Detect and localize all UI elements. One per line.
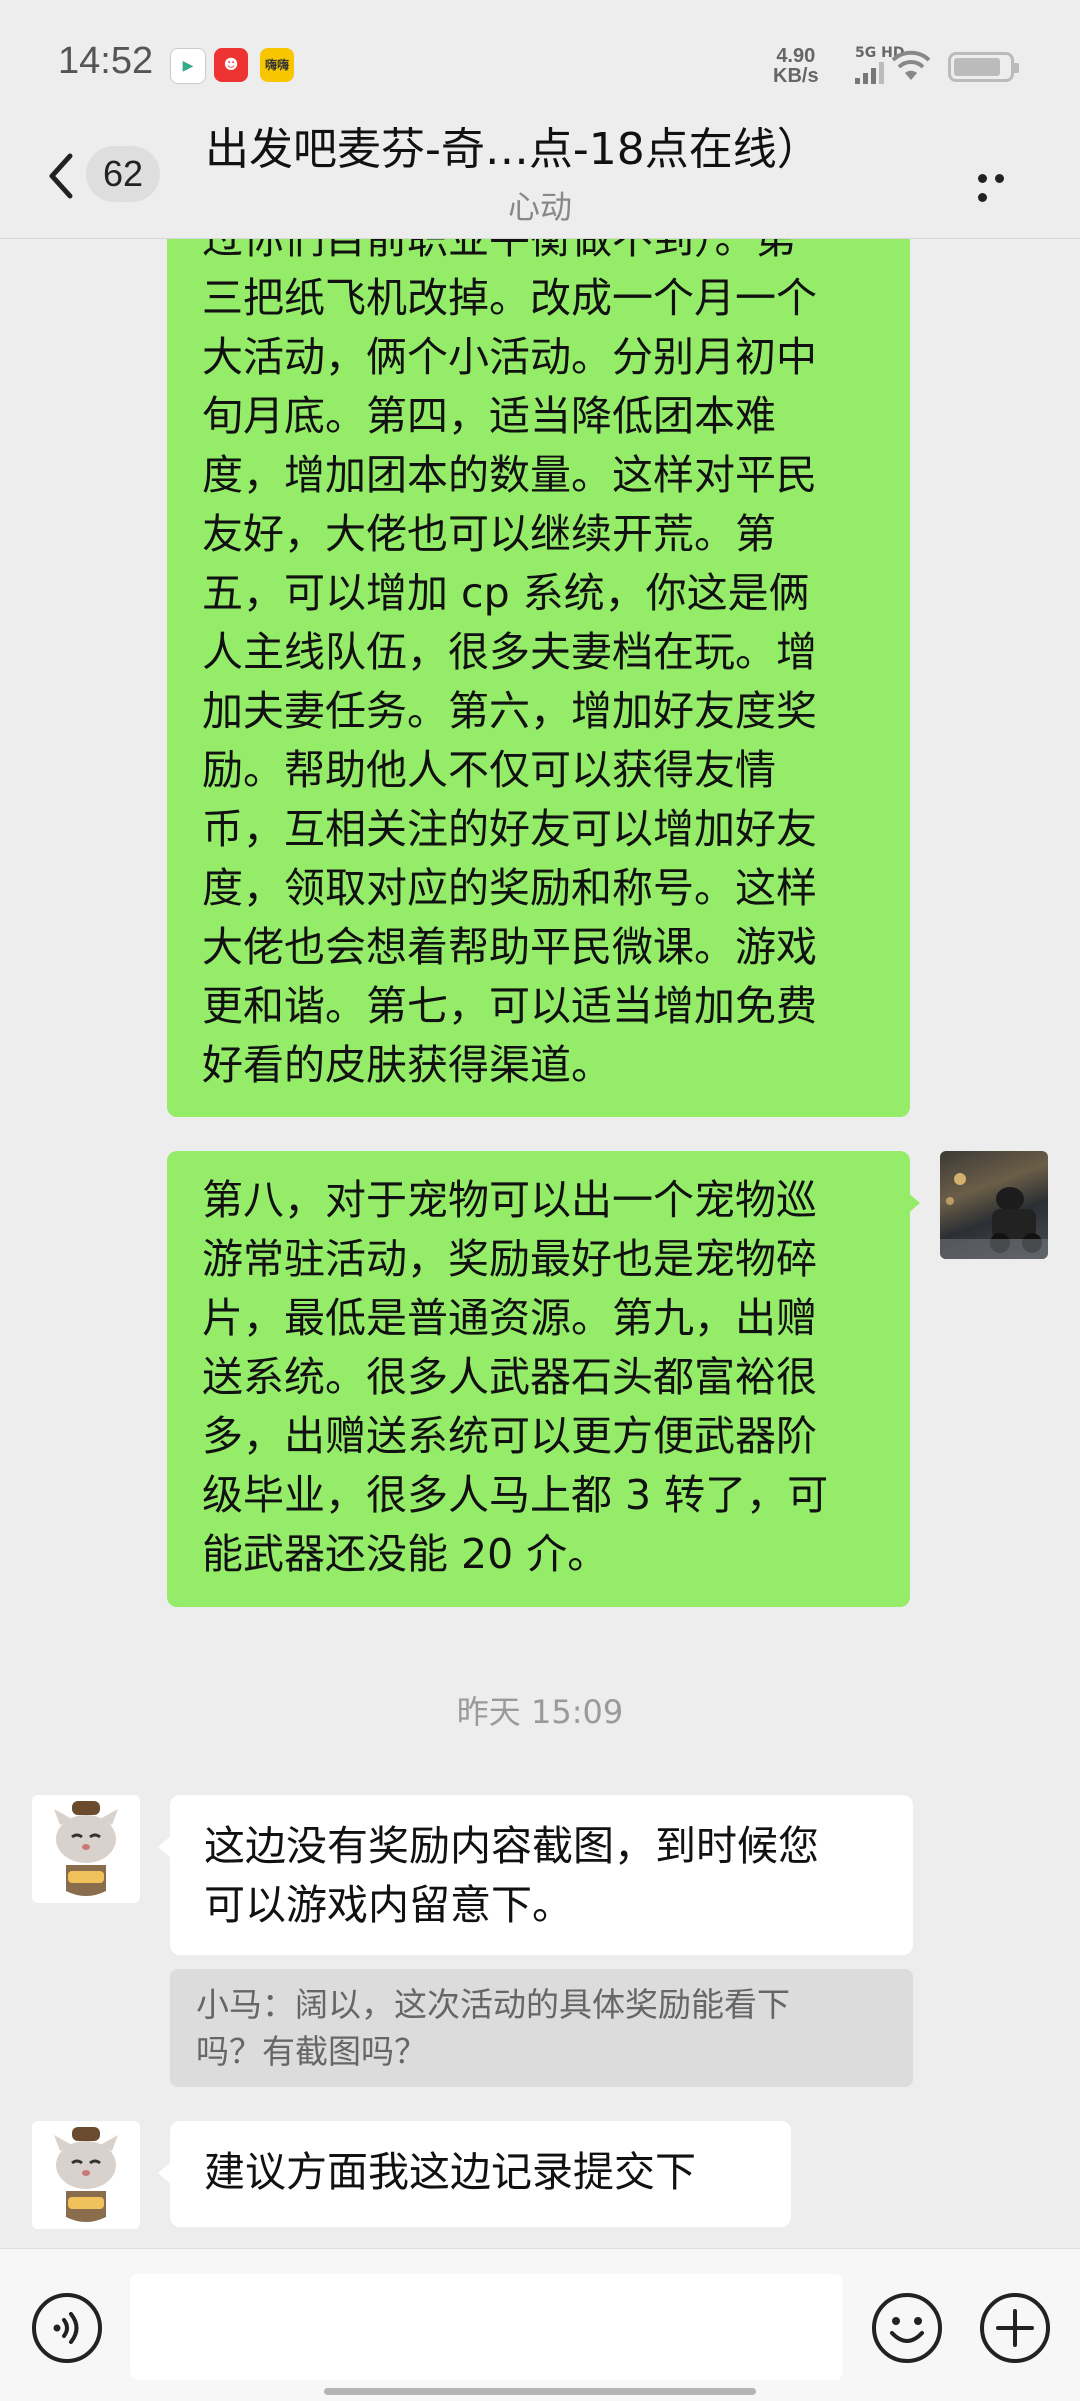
yellow-app-icon: 嗨嗨 <box>260 48 294 82</box>
message-line: 过你们目前职业平衡做不到）。第 <box>202 239 797 263</box>
avatar-photo <box>940 1173 1048 1259</box>
network-speed: 4.90 KB/s <box>773 46 819 86</box>
message-line: 第八，对于宠物可以出一个宠物巡 <box>202 1176 817 1224</box>
chat-title: 出发吧麦芬-奇…点-18点在线） <box>205 124 821 175</box>
network-speed-unit: KB/s <box>773 65 819 87</box>
message-line: 游常驻活动，奖励最好也是宠物碎 <box>202 1235 817 1283</box>
message-line: 友好，大佬也可以继续开荒。第 <box>202 510 776 558</box>
more-functions-plus-icon[interactable] <box>978 2291 1052 2365</box>
message-line: 级毕业，很多人马上都 3 转了，可 <box>202 1471 829 1519</box>
message-line: 多，出赠送系统可以更方便武器阶 <box>202 1412 817 1460</box>
message-line: 送系统。很多人武器石头都富裕很 <box>202 1353 817 1401</box>
contact-message-bubble[interactable]: 这边没有奖励内容截图，到时候您 可以游戏内留意下。 <box>170 1795 913 1955</box>
own-avatar[interactable] <box>940 1151 1048 1259</box>
message-line: 三把纸飞机改掉。改成一个月一个 <box>202 274 817 322</box>
status-bar: 14:52 ▶ ☻ 嗨嗨 4.90 KB/s 5G HD <box>0 0 1080 130</box>
message-line: 能武器还没能 20 介。 <box>202 1530 609 1578</box>
message-line: 大佬也会想着帮助平民微课。游戏 <box>202 923 817 971</box>
message-line: 可以游戏内留意下。 <box>204 1881 573 1929</box>
quote-line: 小马：阔以，这次活动的具体奖励能看下 <box>196 1985 790 2024</box>
quote-line: 吗？有截图吗？ <box>196 2032 427 2071</box>
message-line: 度，增加团本的数量。这样对平民 <box>202 451 817 499</box>
contact-message-bubble[interactable]: 建议方面我这边记录提交下 <box>170 2121 791 2227</box>
message-line: 建议方面我这边记录提交下 <box>204 2148 696 2196</box>
message-line: 旬月底。第四，适当降低团本难 <box>202 392 776 440</box>
message-timestamp: 昨天 15:09 <box>456 1693 624 1731</box>
message-line: 大活动，俩个小活动。分别月初中 <box>202 333 817 381</box>
network-speed-value: 4.90 <box>776 45 816 67</box>
cellular-signal-icon <box>855 62 884 84</box>
message-line: 励。帮助他人不仅可以获得友情 <box>202 746 776 794</box>
message-line: 好看的皮肤获得渠道。 <box>202 1041 612 1089</box>
message-line: 加夫妻任务。第六，增加好友度奖 <box>202 687 817 735</box>
battery-icon <box>948 52 1019 82</box>
message-line: 更和谐。第七，可以适当增加免费 <box>202 982 817 1030</box>
bubble-tail <box>158 2161 172 2185</box>
message-list[interactable]: 过你们目前职业平衡做不到）。第 三把纸飞机改掉。改成一个月一个 大活动，俩个小活… <box>0 239 1080 2247</box>
message-line: 五，可以增加 cp 系统，你这是俩 <box>202 569 810 617</box>
own-message-bubble[interactable]: 第八，对于宠物可以出一个宠物巡 游常驻活动，奖励最好也是宠物碎 片，最低是普通资… <box>167 1151 910 1607</box>
message-line: 片，最低是普通资源。第九，出赠 <box>202 1294 817 1342</box>
bubble-tail <box>158 1835 172 1859</box>
emoji-icon[interactable] <box>870 2291 944 2365</box>
battery-fill <box>954 58 1000 76</box>
contact-avatar[interactable] <box>32 1795 140 1903</box>
chat-header: 62 出发吧麦芬-奇…点-18点在线） 心动 <box>0 120 1080 239</box>
status-time: 14:52 <box>58 40 154 82</box>
message-line: 度，领取对应的奖励和称号。这样 <box>202 864 817 912</box>
message-line: 人主线队伍，很多夫妻档在玩。增 <box>202 628 817 676</box>
wifi-icon <box>891 50 931 80</box>
message-input-bar <box>0 2248 1080 2401</box>
cat-mascot-icon <box>54 2127 118 2222</box>
own-message-bubble[interactable]: 过你们目前职业平衡做不到）。第 三把纸飞机改掉。改成一个月一个 大活动，俩个小活… <box>167 239 910 1117</box>
message-input[interactable] <box>130 2274 843 2380</box>
message-line: 这边没有奖励内容截图，到时候您 <box>204 1822 819 1870</box>
chat-subtitle: 心动 <box>507 188 572 226</box>
bubble-tail <box>906 1191 920 1215</box>
home-indicator[interactable] <box>324 2388 756 2395</box>
cat-mascot-icon <box>54 1801 118 1896</box>
more-options-icon[interactable] <box>978 168 1028 202</box>
contact-avatar[interactable] <box>32 2121 140 2229</box>
message-text: 过你们目前职业平衡做不到）。第 三把纸飞机改掉。改成一个月一个 大活动，俩个小活… <box>202 239 876 1095</box>
video-app-icon: ▶ <box>170 48 206 84</box>
red-app-icon: ☻ <box>214 48 248 82</box>
voice-input-icon[interactable] <box>30 2291 104 2365</box>
quoted-message[interactable]: 小马：阔以，这次活动的具体奖励能看下 吗？有截图吗？ <box>170 1969 913 2087</box>
message-line: 币，互相关注的好友可以增加好友 <box>202 805 817 853</box>
